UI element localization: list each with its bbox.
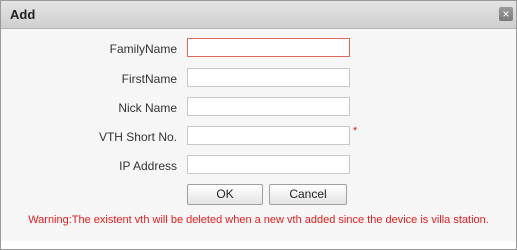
nick-name-label: Nick Name [118, 101, 177, 115]
ip-address-label: IP Address [119, 159, 177, 173]
vth-short-no-label: VTH Short No. [98, 130, 177, 144]
warning-message: Warning:The existent vth will be deleted… [28, 214, 489, 226]
nick-name-input[interactable] [187, 97, 350, 116]
ok-button[interactable]: OK [187, 184, 263, 205]
first-name-input[interactable] [187, 68, 350, 87]
dialog-body: FamilyName FirstName Nick Name VTH Short… [1, 29, 516, 241]
form-row-nick-name: Nick Name [1, 97, 516, 119]
form-row-first-name: FirstName [1, 68, 516, 90]
family-name-input[interactable] [187, 38, 350, 57]
cancel-button[interactable]: Cancel [269, 184, 347, 205]
vth-short-no-input[interactable] [187, 126, 350, 145]
required-asterisk: * [353, 125, 358, 137]
form-row-ip-address: IP Address [1, 155, 516, 177]
form-row-vth-short-no: VTH Short No. * [1, 125, 516, 148]
dialog-titlebar: Add × [1, 1, 516, 29]
add-dialog: Add × FamilyName FirstName Nick Name VTH… [0, 0, 517, 250]
ip-address-input[interactable] [187, 155, 350, 174]
form-row-family-name: FamilyName [1, 38, 516, 60]
first-name-label: FirstName [121, 72, 177, 86]
close-icon[interactable]: × [499, 7, 513, 21]
dialog-title: Add [10, 7, 36, 22]
family-name-label: FamilyName [109, 42, 177, 56]
